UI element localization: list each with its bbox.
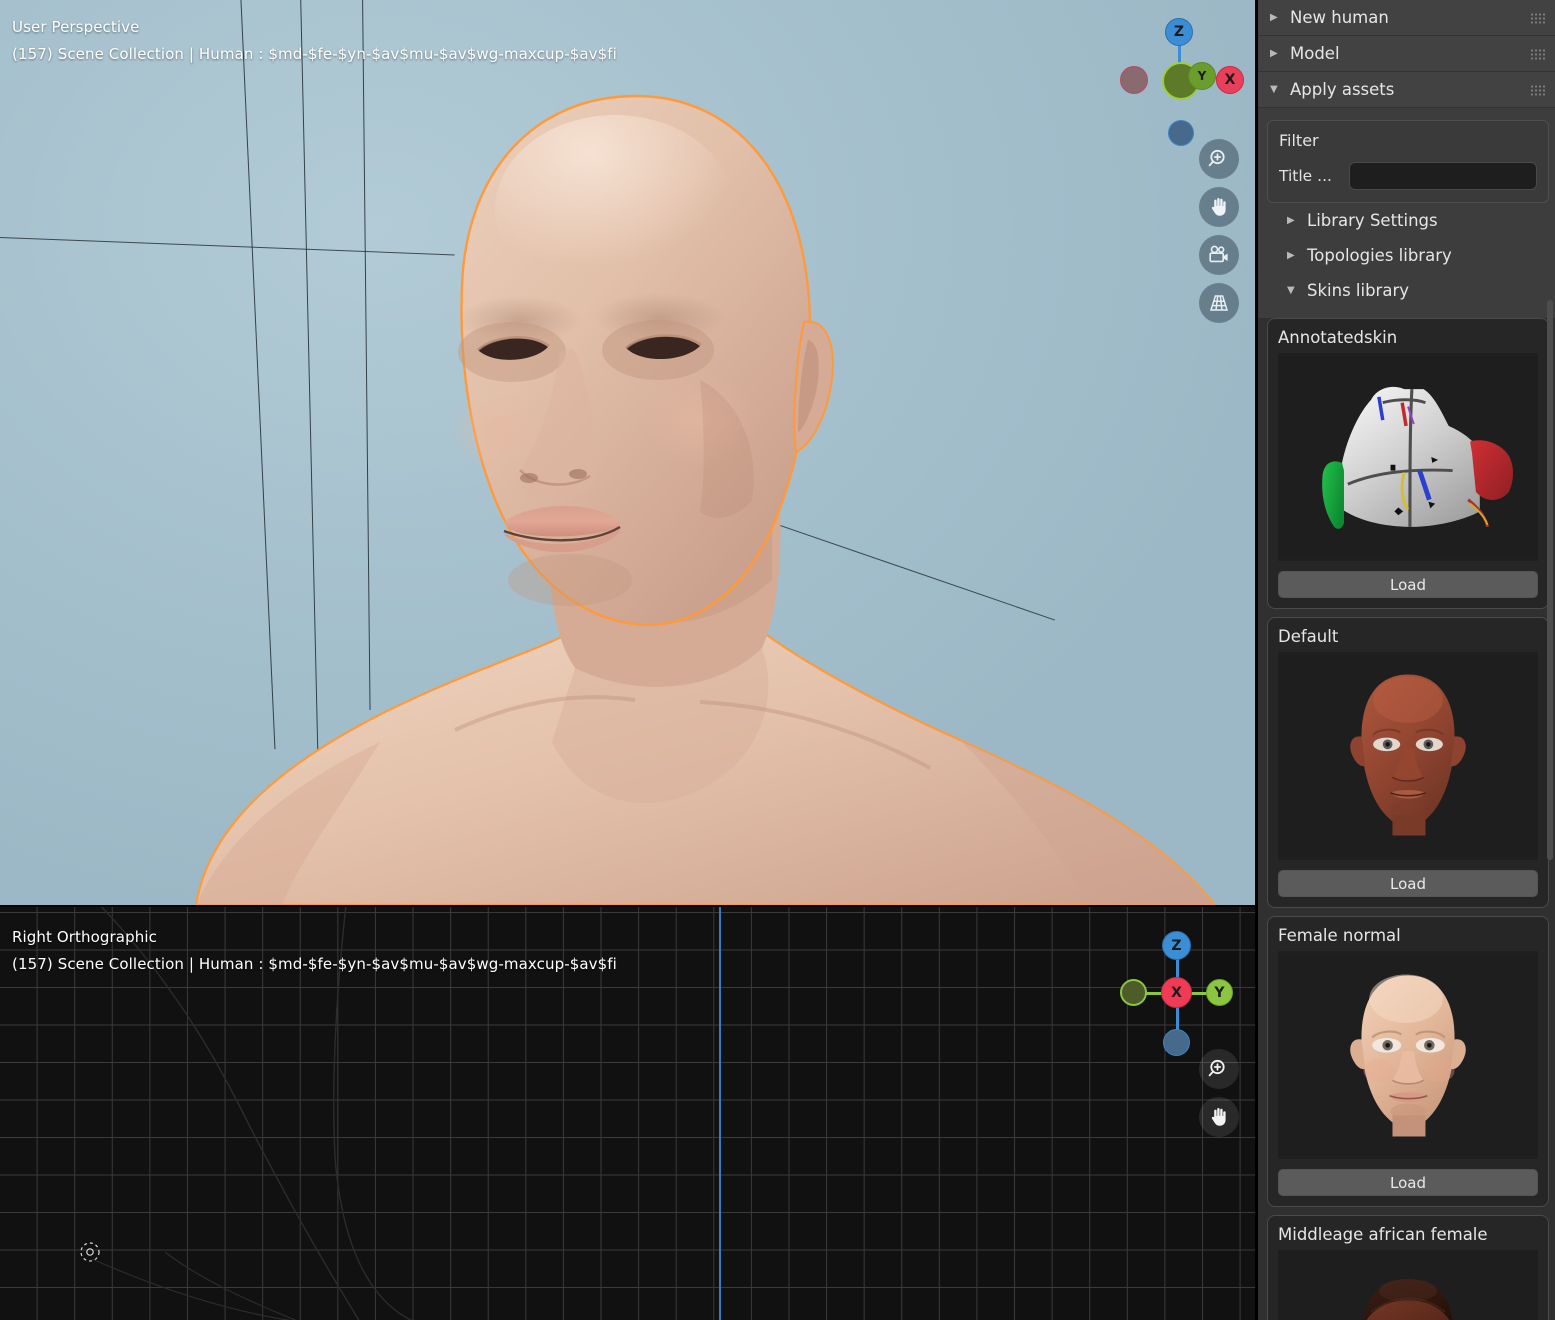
accordion-apply-assets-label: Apply assets xyxy=(1290,80,1395,99)
filter-title-label: Title ... xyxy=(1279,167,1332,185)
gizmo-axis-neg-z[interactable] xyxy=(1168,120,1194,146)
asset-title: Female normal xyxy=(1278,926,1401,945)
asset-thumbnail-african-head xyxy=(1278,1250,1538,1320)
application-window: User Perspective (157) Scene Collection … xyxy=(0,0,1555,1320)
properties-sidebar: ▶ New human ▶ Model ▼ Apply assets Filte… xyxy=(1255,0,1555,1320)
gizmo-axis-y[interactable]: Y xyxy=(1206,979,1233,1006)
gizmo-axis-y[interactable]: Y xyxy=(1188,62,1216,90)
accordion-apply-assets[interactable]: ▼ Apply assets xyxy=(1258,72,1555,108)
chevron-down-icon: ▼ xyxy=(1270,84,1278,95)
apply-assets-body: Filter Title ... ▶ Library Settings ▶ To… xyxy=(1258,108,1555,318)
gizmo-axis-neg-x[interactable] xyxy=(1120,66,1148,94)
section-skins-library-label: Skins library xyxy=(1307,281,1409,300)
section-library-settings[interactable]: ▶ Library Settings xyxy=(1267,203,1549,238)
section-skins-library[interactable]: ▼ Skins library xyxy=(1267,273,1549,308)
pan-hand-icon[interactable] xyxy=(1199,1097,1239,1137)
asset-thumbnail-default-head xyxy=(1278,652,1538,860)
skins-library-cards: Annotatedskin Load Default Load Female n… xyxy=(1258,318,1555,1320)
asset-thumbnail-female-head xyxy=(1278,951,1538,1159)
chevron-right-icon: ▶ xyxy=(1270,12,1278,23)
drag-handle-icon[interactable] xyxy=(1530,48,1546,59)
accordion-model[interactable]: ▶ Model xyxy=(1258,36,1555,72)
chevron-right-icon: ▶ xyxy=(1287,250,1295,261)
filter-group: Filter Title ... xyxy=(1267,120,1549,203)
accordion-new-human[interactable]: ▶ New human xyxy=(1258,0,1555,36)
drag-handle-icon[interactable] xyxy=(1530,84,1546,95)
z-axis-line xyxy=(719,907,721,1320)
accordion-new-human-label: New human xyxy=(1290,8,1389,27)
viewport-area: User Perspective (157) Scene Collection … xyxy=(0,0,1255,1320)
asset-card-middleage-african-female: Middleage african female xyxy=(1267,1215,1549,1320)
viewport-tools-bottom xyxy=(1199,1049,1239,1137)
zoom-icon[interactable] xyxy=(1199,1049,1239,1089)
viewport-tools-top xyxy=(1199,139,1239,323)
sidebar-scroll-content: ▶ New human ▶ Model ▼ Apply assets Filte… xyxy=(1258,0,1555,1320)
asset-title: Default xyxy=(1278,627,1339,646)
navigation-gizmo-top[interactable]: Z Y X xyxy=(1110,10,1244,146)
drag-handle-icon[interactable] xyxy=(1530,12,1546,23)
asset-title: Annotatedskin xyxy=(1278,328,1398,347)
asset-card-annotatedskin: Annotatedskin Load xyxy=(1267,318,1549,609)
gizmo-axis-x[interactable]: X xyxy=(1216,66,1244,94)
asset-card-female-normal: Female normal Load xyxy=(1267,916,1549,1207)
sidebar-scrollbar[interactable] xyxy=(1547,300,1553,860)
pan-hand-icon[interactable] xyxy=(1199,187,1239,227)
orthographic-grid xyxy=(0,907,1255,1320)
load-button-annotatedskin[interactable]: Load xyxy=(1278,571,1538,598)
filter-title-row: Title ... xyxy=(1279,162,1537,190)
chevron-right-icon: ▶ xyxy=(1287,215,1295,226)
gizmo-axis-z[interactable]: Z xyxy=(1162,931,1191,960)
camera-icon[interactable] xyxy=(1199,235,1239,275)
section-topologies-library[interactable]: ▶ Topologies library xyxy=(1267,238,1549,273)
load-button-default[interactable]: Load xyxy=(1278,870,1538,897)
asset-thumbnail-annotated-torso xyxy=(1278,353,1538,561)
navigation-gizmo-bottom[interactable]: Z X Y xyxy=(1115,925,1245,1056)
load-button-female-normal[interactable]: Load xyxy=(1278,1169,1538,1196)
filter-title: Filter xyxy=(1279,131,1319,150)
filter-title-input-wrapper[interactable] xyxy=(1349,162,1537,190)
zoom-icon[interactable] xyxy=(1199,139,1239,179)
gizmo-axis-z[interactable]: Z xyxy=(1165,18,1193,46)
gizmo-axis-neg-y[interactable] xyxy=(1120,979,1147,1006)
viewport-right-orthographic[interactable]: Right Orthographic (157) Scene Collectio… xyxy=(0,905,1255,1320)
gizmo-axis-neg-z[interactable] xyxy=(1163,1029,1190,1056)
chevron-right-icon: ▶ xyxy=(1270,48,1278,59)
asset-title: Middleage african female xyxy=(1278,1225,1488,1244)
section-library-settings-label: Library Settings xyxy=(1307,211,1438,230)
human-character-render xyxy=(0,0,1255,905)
section-topologies-library-label: Topologies library xyxy=(1307,246,1452,265)
asset-card-default: Default Load xyxy=(1267,617,1549,908)
filter-title-input[interactable] xyxy=(1350,163,1536,189)
perspective-grid-icon[interactable] xyxy=(1199,283,1239,323)
chevron-down-icon: ▼ xyxy=(1287,285,1295,296)
gizmo-axis-x[interactable]: X xyxy=(1161,977,1192,1008)
viewport-user-perspective[interactable]: User Perspective (157) Scene Collection … xyxy=(0,0,1255,905)
accordion-model-label: Model xyxy=(1290,44,1340,63)
